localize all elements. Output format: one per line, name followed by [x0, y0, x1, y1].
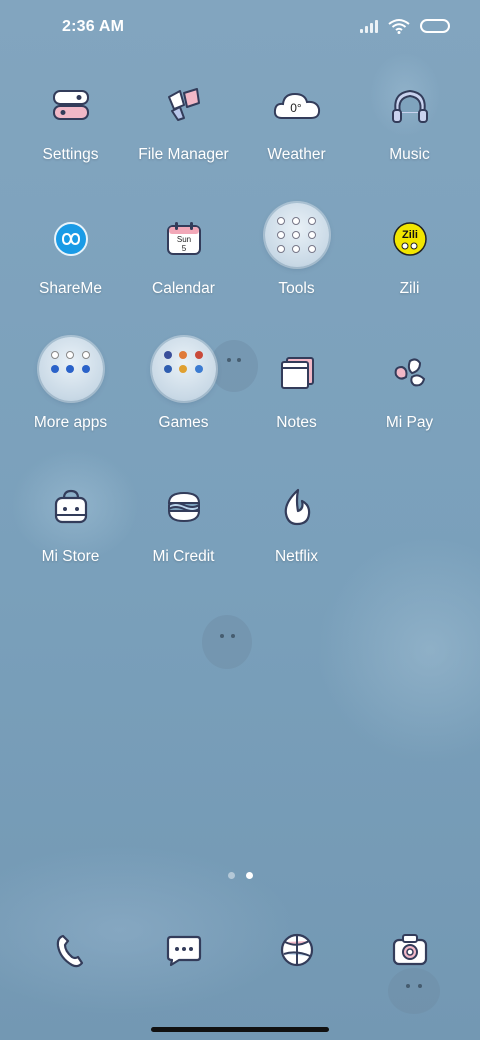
page-indicator [0, 872, 480, 879]
app-label: ShareMe [39, 280, 102, 297]
app-mi-pay[interactable]: Mi Pay [353, 346, 466, 480]
app-label: Notes [276, 414, 317, 431]
camera-icon [392, 934, 427, 966]
dock-messages[interactable] [127, 932, 240, 986]
folder-icon [264, 203, 329, 267]
app-label: Mi Credit [152, 548, 215, 565]
app-label: Tools [278, 280, 315, 297]
app-music[interactable]: Music [353, 78, 466, 212]
app-zili[interactable]: Zili Zili [353, 212, 466, 346]
mi-pay-icon [394, 358, 425, 387]
penguin-decoration [202, 615, 252, 669]
app-label: File Manager [138, 146, 229, 163]
mi-credit-icon [167, 491, 200, 523]
bag-icon [54, 489, 87, 524]
weather-temp: 0° [290, 101, 302, 115]
app-label: Calendar [152, 280, 215, 297]
svg-text:5: 5 [181, 244, 186, 253]
shareme-icon [53, 222, 88, 256]
app-label: Games [158, 414, 209, 431]
folder-icon [151, 337, 216, 401]
app-more-apps[interactable]: More apps [14, 337, 127, 480]
app-mi-credit[interactable]: Mi Credit [127, 480, 240, 614]
phone-icon [56, 934, 83, 968]
app-games[interactable]: Games [127, 337, 240, 480]
app-calendar[interactable]: Sun 5 Calendar [127, 212, 240, 346]
battery-icon [420, 19, 450, 33]
status-time: 2:36 AM [62, 18, 125, 35]
app-mi-store[interactable]: Mi Store [14, 480, 127, 614]
app-label: Settings [42, 146, 99, 163]
app-file-manager[interactable]: File Manager [127, 78, 240, 212]
page-dot[interactable] [227, 872, 235, 879]
home-gesture-bar[interactable] [151, 1027, 329, 1032]
app-netflix[interactable]: Netflix [240, 480, 353, 614]
app-label: Mi Pay [385, 414, 434, 431]
file-manager-icon [167, 88, 200, 121]
weather-icon: 0° [273, 92, 320, 119]
flame-icon [284, 488, 310, 526]
dock-phone[interactable] [14, 932, 127, 986]
notes-icon [280, 357, 314, 389]
app-label: More apps [33, 414, 108, 431]
page-dot-active[interactable] [245, 872, 253, 879]
app-label: Music [389, 146, 430, 163]
wifi-icon [388, 19, 410, 34]
settings-icon [52, 90, 89, 120]
folder-icon [38, 337, 103, 401]
zili-icon: Zili [392, 222, 427, 256]
status-bar: 2:36 AM [0, 0, 480, 56]
dock-browser[interactable] [240, 932, 353, 986]
app-tools[interactable]: Tools [240, 203, 353, 346]
app-shareme[interactable]: ShareMe [14, 212, 127, 346]
dock [14, 932, 466, 986]
headphones-icon [391, 89, 428, 123]
signal-icon [360, 19, 378, 33]
svg-text:Sun: Sun [176, 235, 190, 244]
svg-text:Zili: Zili [402, 229, 418, 241]
app-label: Zili [399, 280, 420, 297]
app-notes[interactable]: Notes [240, 346, 353, 480]
app-weather[interactable]: 0° Weather [240, 78, 353, 212]
calendar-icon: Sun 5 [166, 222, 201, 255]
messages-icon [166, 935, 201, 967]
browser-ball-icon [280, 933, 313, 967]
dock-camera[interactable] [353, 932, 466, 986]
app-grid: Settings File Manager 0° Weather Music S… [14, 78, 466, 614]
app-label: Mi Store [41, 548, 100, 565]
app-label: Netflix [274, 548, 319, 565]
app-settings[interactable]: Settings [14, 78, 127, 212]
app-label: Weather [267, 146, 326, 163]
